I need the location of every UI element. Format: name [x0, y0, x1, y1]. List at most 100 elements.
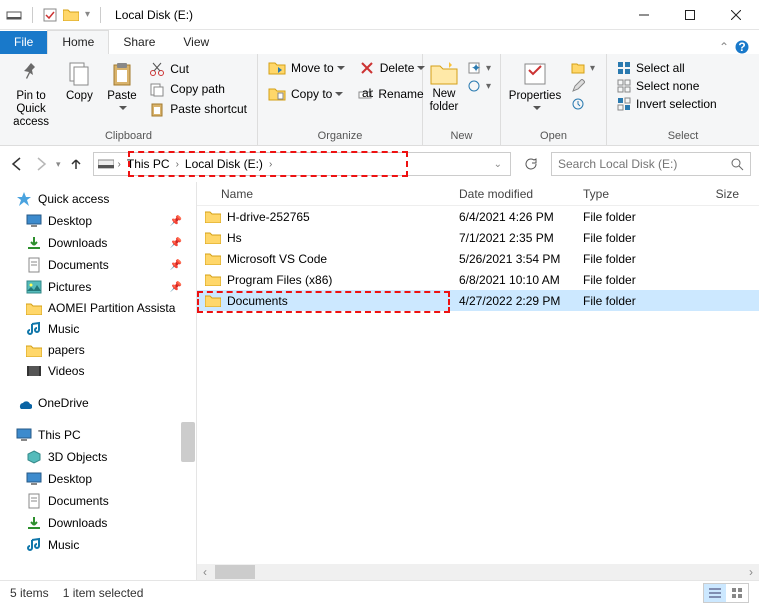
sidebar-item[interactable]: Music: [0, 318, 196, 340]
file-name: Microsoft VS Code: [227, 252, 327, 266]
sidebar-item-label: Music: [48, 322, 79, 336]
file-date: 6/8/2021 10:10 AM: [451, 273, 575, 287]
sidebar-scrollbar-thumb[interactable]: [181, 422, 195, 462]
scrollbar-thumb[interactable]: [215, 565, 255, 579]
move-to-button[interactable]: Move to: [264, 58, 349, 78]
horizontal-scrollbar[interactable]: ‹ ›: [197, 564, 759, 580]
back-button[interactable]: [8, 155, 26, 173]
paste-shortcut-button[interactable]: Paste shortcut: [145, 100, 251, 118]
invert-selection-button[interactable]: Invert selection: [613, 96, 721, 112]
sidebar-item[interactable]: Documents: [0, 490, 196, 512]
history-button[interactable]: [567, 96, 599, 112]
navigation-pane[interactable]: Quick access Desktop📌Downloads📌Documents…: [0, 182, 197, 580]
sidebar-item-label: Downloads: [48, 236, 107, 250]
copy-path-button[interactable]: Copy path: [145, 80, 251, 98]
svg-text:ab: ab: [362, 86, 373, 100]
paste-button[interactable]: Paste: [103, 58, 142, 116]
address-bar[interactable]: › This PC › Local Disk (E:) › ⌄: [93, 152, 511, 176]
search-box[interactable]: [551, 152, 751, 176]
qat-folder-icon[interactable]: [63, 8, 79, 21]
sidebar-item[interactable]: Pictures📌: [0, 276, 196, 298]
tab-home[interactable]: Home: [47, 30, 109, 54]
col-type[interactable]: Type: [575, 187, 687, 201]
tab-file[interactable]: File: [0, 31, 47, 54]
maximize-button[interactable]: [667, 0, 713, 30]
navigation-bar: ▾ › This PC › Local Disk (E:) › ⌄: [0, 146, 759, 182]
sidebar-item[interactable]: Documents📌: [0, 254, 196, 276]
sidebar-item[interactable]: Downloads📌: [0, 232, 196, 254]
group-label-select: Select: [607, 129, 759, 145]
refresh-button[interactable]: [519, 152, 543, 176]
breadcrumb-drive[interactable]: Local Disk (E:): [183, 155, 265, 173]
group-label-open: Open: [501, 129, 606, 145]
sidebar-onedrive[interactable]: OneDrive: [0, 392, 196, 414]
col-name[interactable]: Name: [197, 187, 451, 201]
file-name: H-drive-252765: [227, 210, 310, 224]
select-all-button[interactable]: Select all: [613, 60, 721, 76]
close-button[interactable]: [713, 0, 759, 30]
qat-checkbox-icon[interactable]: [43, 8, 57, 22]
pin-icon: 📌: [170, 216, 182, 227]
breadcrumb-this-pc[interactable]: This PC: [125, 155, 172, 173]
minimize-button[interactable]: [621, 0, 667, 30]
select-none-button[interactable]: Select none: [613, 78, 721, 94]
up-button[interactable]: [67, 155, 85, 173]
sidebar-item[interactable]: Desktop: [0, 468, 196, 490]
sidebar-item[interactable]: Desktop📌: [0, 210, 196, 232]
details-view-button[interactable]: [704, 584, 726, 602]
pin-icon: 📌: [170, 260, 182, 271]
sidebar-item[interactable]: Downloads: [0, 512, 196, 534]
file-list: Name Date modified Type Size H-drive-252…: [197, 182, 759, 580]
ribbon: Pin to Quick access Copy Paste Cut Copy …: [0, 54, 759, 146]
open-dropdown-button[interactable]: ▾: [567, 60, 599, 76]
new-item-button[interactable]: ✦▾: [463, 60, 495, 76]
cut-button[interactable]: Cut: [145, 60, 251, 78]
status-selection: 1 item selected: [63, 586, 144, 600]
title-bar: ▾ Local Disk (E:): [0, 0, 759, 30]
sidebar-item-label: 3D Objects: [48, 450, 107, 464]
sidebar-item-label: AOMEI Partition Assista: [48, 301, 175, 315]
col-size[interactable]: Size: [687, 187, 759, 201]
tab-share[interactable]: Share: [109, 31, 169, 54]
col-date[interactable]: Date modified: [451, 187, 575, 201]
file-type: File folder: [575, 252, 687, 266]
tab-view[interactable]: View: [169, 31, 223, 54]
edit-button[interactable]: [567, 78, 599, 94]
copy-button[interactable]: Copy: [60, 58, 99, 103]
file-date: 6/4/2021 4:26 PM: [451, 210, 575, 224]
table-row[interactable]: Hs7/1/2021 2:35 PMFile folder: [197, 227, 759, 248]
file-date: 7/1/2021 2:35 PM: [451, 231, 575, 245]
file-name: Hs: [227, 231, 242, 245]
pin-to-quick-access-button[interactable]: Pin to Quick access: [6, 58, 56, 129]
copy-to-button[interactable]: Copy to: [264, 84, 347, 104]
rename-button[interactable]: abRename: [353, 84, 427, 104]
sidebar-this-pc[interactable]: This PC: [0, 424, 196, 446]
sidebar-item[interactable]: papers: [0, 340, 196, 360]
properties-button[interactable]: Properties: [507, 58, 563, 116]
file-date: 5/26/2021 3:54 PM: [451, 252, 575, 266]
column-headers[interactable]: Name Date modified Type Size: [197, 182, 759, 206]
sidebar-item[interactable]: 3D Objects: [0, 446, 196, 468]
group-label-new: New: [423, 129, 500, 145]
recent-locations-button[interactable]: ▾: [56, 159, 61, 170]
drive-icon: [98, 158, 114, 170]
sidebar-item[interactable]: Videos: [0, 360, 196, 382]
table-row[interactable]: Program Files (x86)6/8/2021 10:10 AMFile…: [197, 269, 759, 290]
table-row[interactable]: Documents4/27/2022 2:29 PMFile folder: [197, 290, 759, 311]
new-folder-button[interactable]: New folder: [429, 58, 459, 114]
easy-access-button[interactable]: ▾: [463, 78, 495, 94]
sidebar-item[interactable]: AOMEI Partition Assista: [0, 298, 196, 318]
sidebar-quick-access[interactable]: Quick access: [0, 188, 196, 210]
file-type: File folder: [575, 210, 687, 224]
address-dropdown-button[interactable]: ⌄: [490, 159, 506, 170]
search-input[interactable]: [558, 157, 731, 171]
forward-button[interactable]: [32, 155, 50, 173]
sidebar-item[interactable]: Music: [0, 534, 196, 556]
collapse-ribbon-icon[interactable]: ⌃: [719, 40, 729, 54]
table-row[interactable]: Microsoft VS Code 5/26/2021 3:54 PMFile f…: [197, 248, 759, 269]
help-icon[interactable]: ?: [735, 40, 749, 54]
table-row[interactable]: H-drive-252765 6/4/2021 4:26 PMFile folde…: [197, 206, 759, 227]
drive-icon: [6, 7, 22, 23]
large-icons-view-button[interactable]: [726, 584, 748, 602]
delete-button[interactable]: Delete: [355, 58, 430, 78]
